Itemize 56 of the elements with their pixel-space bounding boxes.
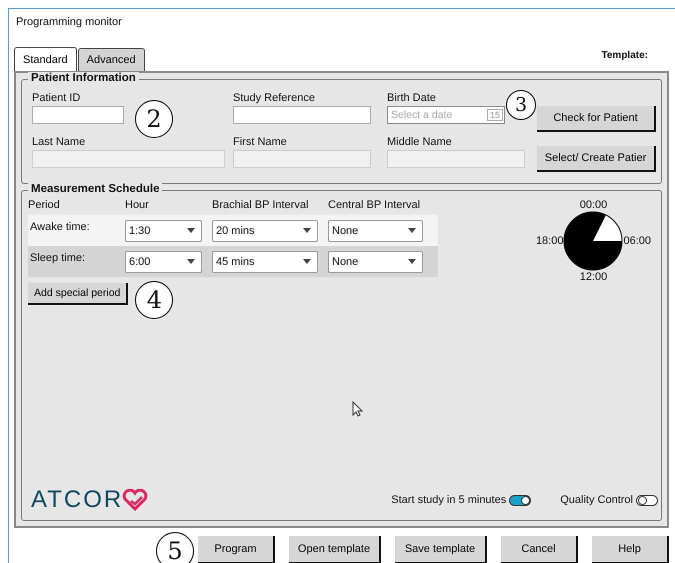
caret-icon [303,259,311,264]
clock-label: 06:00 [623,235,651,247]
date-input[interactable]: Select a date [388,107,487,123]
dropdown[interactable]: 45 mins [212,250,318,272]
clock-drawing [563,211,624,271]
cursor-icon [352,401,363,417]
toggle-label: Start study in 5 minutes [391,494,506,506]
field-label: Last Name [32,136,86,148]
input-field[interactable] [233,106,371,124]
toggle-switch[interactable] [509,494,532,506]
caret-icon [187,259,195,264]
column-header: Period [28,199,61,211]
dropdown[interactable]: 1:30 [125,220,202,242]
group-title: Patient Information [28,72,139,84]
dropdown[interactable]: 6:00 [125,250,202,272]
clock-label: 12:00 [580,271,608,283]
button[interactable]: Save template [395,536,487,563]
caret-icon [187,228,195,233]
field-label: Patient ID [32,92,82,104]
field-label: First Name [233,136,288,148]
toggle-label: Quality Control [560,494,633,506]
callout-number: 5 [156,532,194,563]
button[interactable]: Program [198,536,275,563]
clock-label: 00:00 [580,199,608,211]
column-header: Hour [125,199,150,211]
heart-icon [122,489,148,511]
period-label: Sleep time: [29,251,86,264]
clock-label: 18:00 [536,235,564,247]
logo: ATCOR [31,486,148,514]
column-header: Central BP Interval [328,199,420,211]
button[interactable]: Cancel [501,536,578,563]
window-title: Programming monitor [15,15,123,30]
toggle-switch[interactable] [636,494,658,506]
template-label: Template: [602,50,648,61]
callout-number: 2 [135,100,173,138]
dropdown[interactable]: None [328,250,423,272]
dropdown[interactable]: 20 mins [212,220,318,242]
field-label: Middle Name [387,136,453,148]
button[interactable]: Open template [289,536,381,563]
callout-number: 3 [506,90,536,120]
field-label: Study Reference [233,92,316,104]
button[interactable]: Select/ Create Patier [537,146,656,172]
input-field[interactable] [32,106,124,124]
group-title: Measurement Schedule [28,183,162,195]
button[interactable]: Help [592,536,669,563]
caret-icon [408,259,416,264]
button[interactable]: Check for Patient [537,106,656,132]
button[interactable]: Add special period [28,283,128,305]
period-label: Awake time: [29,220,91,233]
tab[interactable]: Advanced [78,48,145,71]
caret-icon [408,228,416,233]
tab[interactable]: Standard [14,47,77,71]
column-header: Brachial BP Interval [212,199,310,211]
callout-number: 4 [135,281,174,319]
dropdown[interactable]: None [328,220,423,242]
caret-icon [303,228,311,233]
